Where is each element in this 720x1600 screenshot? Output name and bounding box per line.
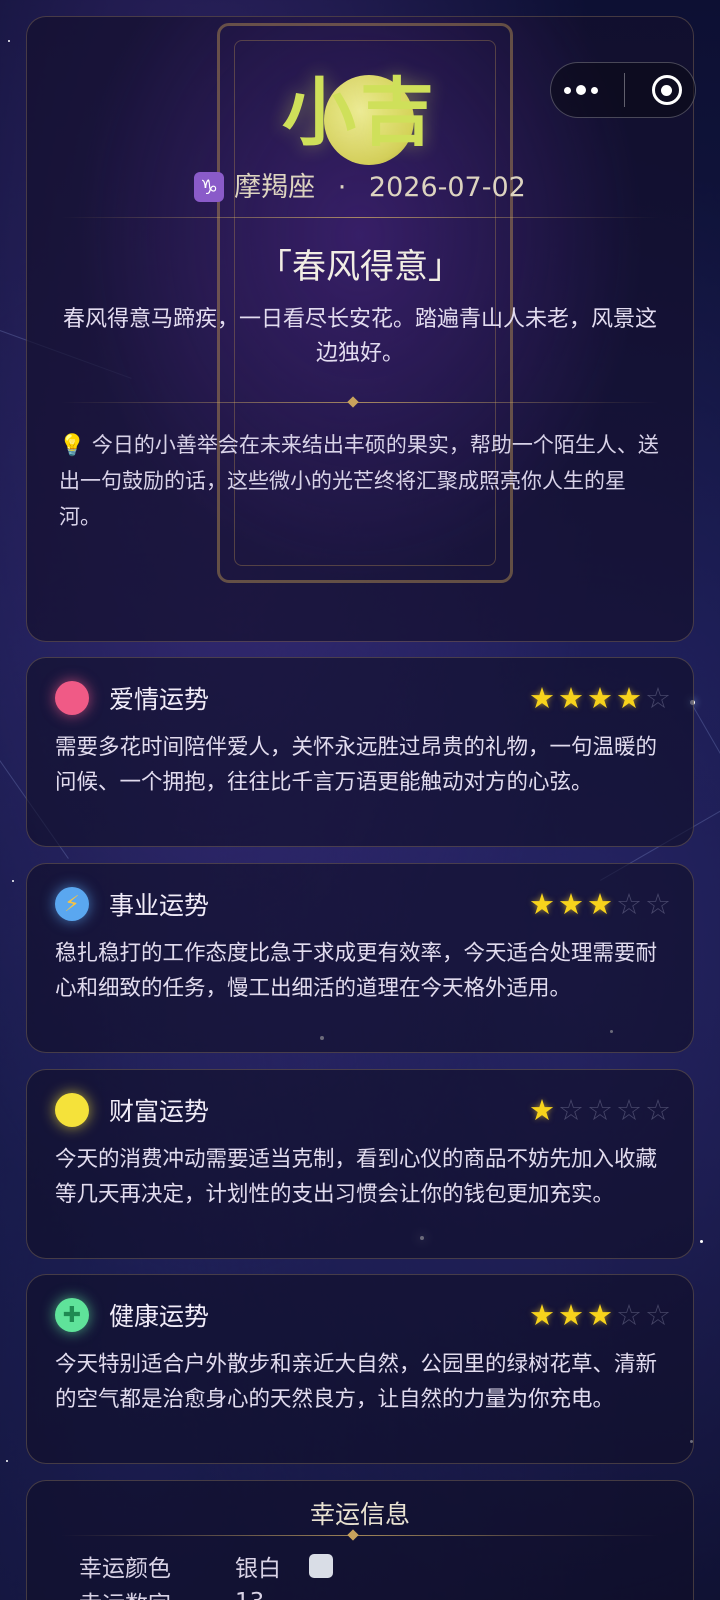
zodiac-date-row: ♑ 摩羯座 · 2026-07-02: [27, 165, 693, 204]
star-empty-icon: ☆: [645, 681, 671, 715]
fortune-title: 爱情运势: [109, 685, 210, 714]
fortune-card-health: ✚ 健康运势 ★ ★ ★ ☆ ☆ 今天特别适合户外散步和亲近大自然，公园里的绿树花草、清…: [26, 1274, 694, 1464]
star-empty-icon: ☆: [645, 1298, 671, 1332]
star-empty-icon: ☆: [558, 1093, 584, 1127]
star-filled-icon: ★: [558, 681, 584, 715]
fortune-card-wealth: 财富运势 ★ ☆ ☆ ☆ ☆ 今天的消费冲动需要适当克制，看到心仪的商品不妨先加入收藏等…: [26, 1069, 694, 1259]
color-swatch: [309, 1554, 333, 1578]
heart-icon: [55, 681, 89, 715]
star-empty-icon: ☆: [616, 1298, 642, 1332]
divider: [61, 402, 659, 403]
close-target-icon[interactable]: [651, 75, 682, 105]
star-filled-icon: ★: [529, 1093, 555, 1127]
fortune-text: 今天特别适合户外散步和亲近大自然，公园里的绿树花草、清新的空气都是治愈身心的天然…: [55, 1352, 658, 1412]
fortune-title: 事业运势: [109, 891, 210, 920]
lucky-info-title: 幸运信息: [309, 1500, 410, 1529]
star-rating: ★ ★ ★ ★ ☆: [529, 681, 671, 715]
fortune-title: 财富运势: [109, 1097, 210, 1126]
plus-icon: ✚: [55, 1298, 89, 1332]
lightning-icon: ⚡: [55, 887, 89, 921]
star-empty-icon: ☆: [616, 1093, 642, 1127]
capricorn-icon: ♑: [194, 172, 225, 202]
fortune-text: 需要多花时间陪伴爱人，关怀永远胜过昂贵的礼物，一句温暖的问候、一个拥抱，往往比千…: [55, 735, 658, 795]
tip-text: 今日的小善举会在未来结出丰硕的果实，帮助一个陌生人、送出一句鼓励的话，这些微小的…: [59, 433, 659, 529]
separator-dot: ·: [337, 172, 347, 203]
star-filled-icon: ★: [616, 681, 642, 715]
star-filled-icon: ★: [529, 887, 555, 921]
coin-icon: [55, 1093, 89, 1127]
fortune-poem: 春风得意马蹄疾，一日看尽长安花。踏遍青山人未老，风景这边独好。: [62, 307, 657, 366]
star-empty-icon: ☆: [616, 887, 642, 921]
lucky-color-label: 幸运颜色: [79, 1556, 171, 1582]
star-filled-icon: ★: [558, 887, 584, 921]
lucky-info-card: 幸运信息 幸运颜色 银白 幸运数字 13: [26, 1480, 694, 1600]
star-empty-icon: ☆: [645, 887, 671, 921]
star-rating: ★ ★ ★ ☆ ☆: [529, 887, 671, 921]
fortune-card-career: ⚡ 事业运势 ★ ★ ★ ☆ ☆ 稳扎稳打的工作态度比急于求成更有效率，今天适合处理需要…: [26, 863, 694, 1053]
star-empty-icon: ☆: [645, 1093, 671, 1127]
star-filled-icon: ★: [587, 887, 613, 921]
star-filled-icon: ★: [529, 681, 555, 715]
daily-tip: 💡 今日的小善举会在未来结出丰硕的果实，帮助一个陌生人、送出一句鼓励的话，这些微…: [59, 427, 661, 535]
more-icon[interactable]: [564, 85, 599, 95]
star-filled-icon: ★: [529, 1298, 555, 1332]
lucky-color-row: 幸运颜色 银白: [79, 1549, 333, 1583]
lucky-number-label: 幸运数字: [79, 1585, 235, 1600]
lucky-number-value: 13: [235, 1589, 264, 1600]
fortune-title: 健康运势: [109, 1302, 210, 1331]
fortune-phrase: 「春风得意」: [258, 247, 462, 287]
star-rating: ★ ★ ★ ☆ ☆: [529, 1298, 671, 1332]
star-filled-icon: ★: [587, 681, 613, 715]
lightbulb-icon: 💡: [59, 433, 86, 457]
fortune-text: 今天的消费冲动需要适当克制，看到心仪的商品不妨先加入收藏等几天再决定，计划性的支…: [55, 1147, 658, 1207]
fortune-card-love: 爱情运势 ★ ★ ★ ★ ☆ 需要多花时间陪伴爱人，关怀永远胜过昂贵的礼物，一句温暖的问…: [26, 657, 694, 847]
star-filled-icon: ★: [558, 1298, 584, 1332]
date: 2026-07-02: [368, 172, 526, 203]
capsule-separator: [624, 73, 626, 107]
miniprogram-capsule: [550, 62, 696, 118]
divider: [61, 1535, 659, 1536]
star-filled-icon: ★: [587, 1298, 613, 1332]
fortune-text: 稳扎稳打的工作态度比急于求成更有效率，今天适合处理需要耐心和细致的任务，慢工出细…: [55, 941, 658, 1001]
star-rating: ★ ☆ ☆ ☆ ☆: [529, 1093, 671, 1127]
lucky-color-value: 银白: [235, 1556, 281, 1582]
star-empty-icon: ☆: [587, 1093, 613, 1127]
divider-diamond: [347, 1529, 359, 1541]
zodiac-name: 摩羯座: [234, 172, 316, 203]
divider: [61, 217, 659, 218]
lucky-number-row: 幸运数字 13: [79, 1585, 264, 1600]
